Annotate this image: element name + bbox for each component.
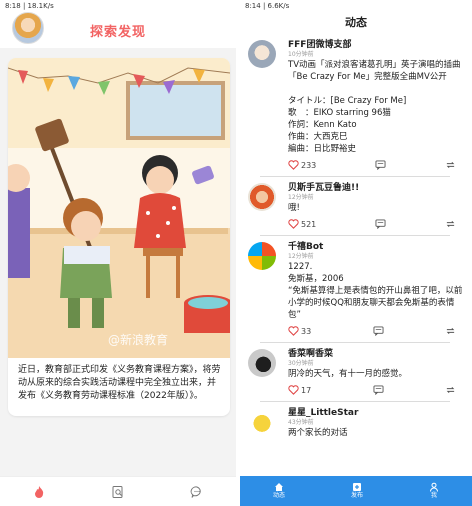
feed-post[interactable]: 贝斯手瓦豆鲁迪!! 12分钟前 哦! 521: [240, 181, 472, 232]
news-watermark: @新浪教育: [108, 332, 168, 347]
news-card[interactable]: @新浪教育 近日，教育部正式印发《义务教育课程方案》，将劳动从原来的综合实践活动…: [8, 58, 230, 416]
post-time: 30分钟前: [288, 360, 314, 367]
chat-bubble-icon[interactable]: [185, 480, 209, 504]
news-summary: 近日，教育部正式印发《义务教育课程方案》，将劳动从原来的综合实践活动课程中完全独…: [18, 365, 221, 401]
like-count: 233: [301, 160, 317, 170]
status-speed: 6.6K/s: [267, 2, 290, 10]
post-divider: [260, 401, 450, 402]
post-divider: [260, 342, 450, 343]
repost-icon[interactable]: [445, 326, 456, 336]
post-time: 12分钟前: [288, 194, 314, 201]
post-avatar[interactable]: [248, 183, 276, 211]
status-bar: 8:18 | 18.1K/s 46: [0, 0, 236, 12]
nav-post[interactable]: 发布: [351, 482, 363, 500]
person-icon: [429, 482, 438, 492]
page-title: 探索发现: [89, 24, 146, 40]
like-count: 33: [301, 326, 312, 336]
like-button[interactable]: 17: [288, 385, 311, 395]
nav-label: 发布: [350, 492, 363, 499]
heart-icon: [288, 385, 299, 395]
home-flame-icon[interactable]: [27, 480, 51, 504]
post-time: 12分钟前: [288, 253, 314, 260]
post-author[interactable]: 贝斯手瓦豆鲁迪!!: [288, 183, 464, 194]
add-square-icon: [352, 483, 361, 491]
feed-post[interactable]: 千禧Bot 12分钟前 1227. 免斯基，2006 “免斯基算得上是表情包的开…: [240, 240, 472, 339]
repost-icon[interactable]: [445, 160, 456, 170]
comment-icon[interactable]: [375, 160, 386, 170]
explore-header: 探索发现: [0, 12, 236, 48]
explore-screen: 8:18 | 18.1K/s 46 探索发现: [0, 0, 236, 506]
like-button[interactable]: 233: [288, 160, 316, 170]
search-doc-icon[interactable]: [106, 480, 130, 504]
post-actions: 17: [288, 382, 464, 398]
like-button[interactable]: 33: [288, 326, 311, 336]
like-count: 521: [301, 219, 317, 229]
comment-icon[interactable]: [373, 326, 384, 336]
page-title: 动态: [345, 16, 367, 29]
heart-icon: [288, 219, 299, 229]
post-author[interactable]: 星星_LittleStar: [288, 408, 464, 419]
feed-post[interactable]: 星星_LittleStar 43分钟前 两个家长的对话: [240, 406, 472, 439]
nav-me[interactable]: 我: [429, 482, 439, 500]
post-body: 阴冷的天气，有十一月的感觉。: [288, 369, 408, 379]
heart-icon: [288, 326, 299, 336]
post-body: 两个家长的对话: [288, 428, 348, 438]
post-actions: 233: [288, 157, 464, 173]
post-divider: [260, 176, 450, 177]
feed-post[interactable]: FFF团微博支部 10分钟前 TV动画「派对浪客诸葛孔明」英子演唱的插曲「Be …: [240, 38, 472, 173]
feed-screen: 8:14 | 6.6K/s 39 动态 FFF团微博支部 10分钟前 TV动画「…: [240, 0, 472, 506]
feed-bottom-nav: 动态 发布 我: [240, 476, 472, 506]
nav-feed[interactable]: 动态: [273, 482, 285, 500]
status-time: 8:14: [245, 2, 261, 10]
user-avatar[interactable]: [12, 12, 44, 44]
repost-icon[interactable]: [445, 385, 456, 395]
post-actions: 33: [288, 323, 464, 339]
feed-list: FFF团微博支部 10分钟前 TV动画「派对浪客诸葛孔明」英子演唱的插曲「Be …: [240, 38, 472, 439]
news-illustration: @新浪教育: [8, 58, 230, 358]
like-button[interactable]: 521: [288, 219, 316, 229]
post-avatar[interactable]: [248, 349, 276, 377]
repost-icon[interactable]: [445, 219, 456, 229]
post-avatar[interactable]: [248, 242, 276, 270]
post-time: 10分钟前: [288, 51, 314, 58]
post-actions: 521: [288, 216, 464, 232]
post-avatar[interactable]: [248, 408, 276, 436]
status-time: 8:18: [5, 2, 21, 10]
post-body: TV动画「派对浪客诸葛孔明」英子演唱的插曲「Be Crazy For Me」完整…: [288, 60, 461, 154]
comment-icon[interactable]: [373, 385, 384, 395]
post-time: 43分钟前: [288, 419, 314, 426]
nav-label: 动态: [272, 492, 285, 499]
feed-post[interactable]: 香菜啊香菜 30分钟前 阴冷的天气，有十一月的感觉。 17: [240, 347, 472, 398]
like-count: 17: [301, 385, 312, 395]
post-author[interactable]: 香菜啊香菜: [288, 349, 464, 360]
explore-bottom-nav: [0, 476, 236, 506]
post-author[interactable]: 千禧Bot: [288, 242, 464, 253]
heart-icon: [288, 160, 299, 170]
status-bar: 8:14 | 6.6K/s 39: [245, 2, 290, 10]
nav-label: 我: [430, 492, 437, 499]
home-icon: [274, 483, 283, 491]
post-author[interactable]: FFF团微博支部: [288, 40, 464, 51]
status-speed: 18.1K/s: [27, 2, 54, 10]
post-body: 1227. 免斯基，2006 “免斯基算得上是表情包的开山鼻祖了吧，以前小学的时…: [288, 262, 463, 320]
post-divider: [260, 235, 450, 236]
post-body: 哦!: [288, 203, 300, 213]
comment-icon[interactable]: [375, 219, 386, 229]
post-avatar[interactable]: [248, 40, 276, 68]
